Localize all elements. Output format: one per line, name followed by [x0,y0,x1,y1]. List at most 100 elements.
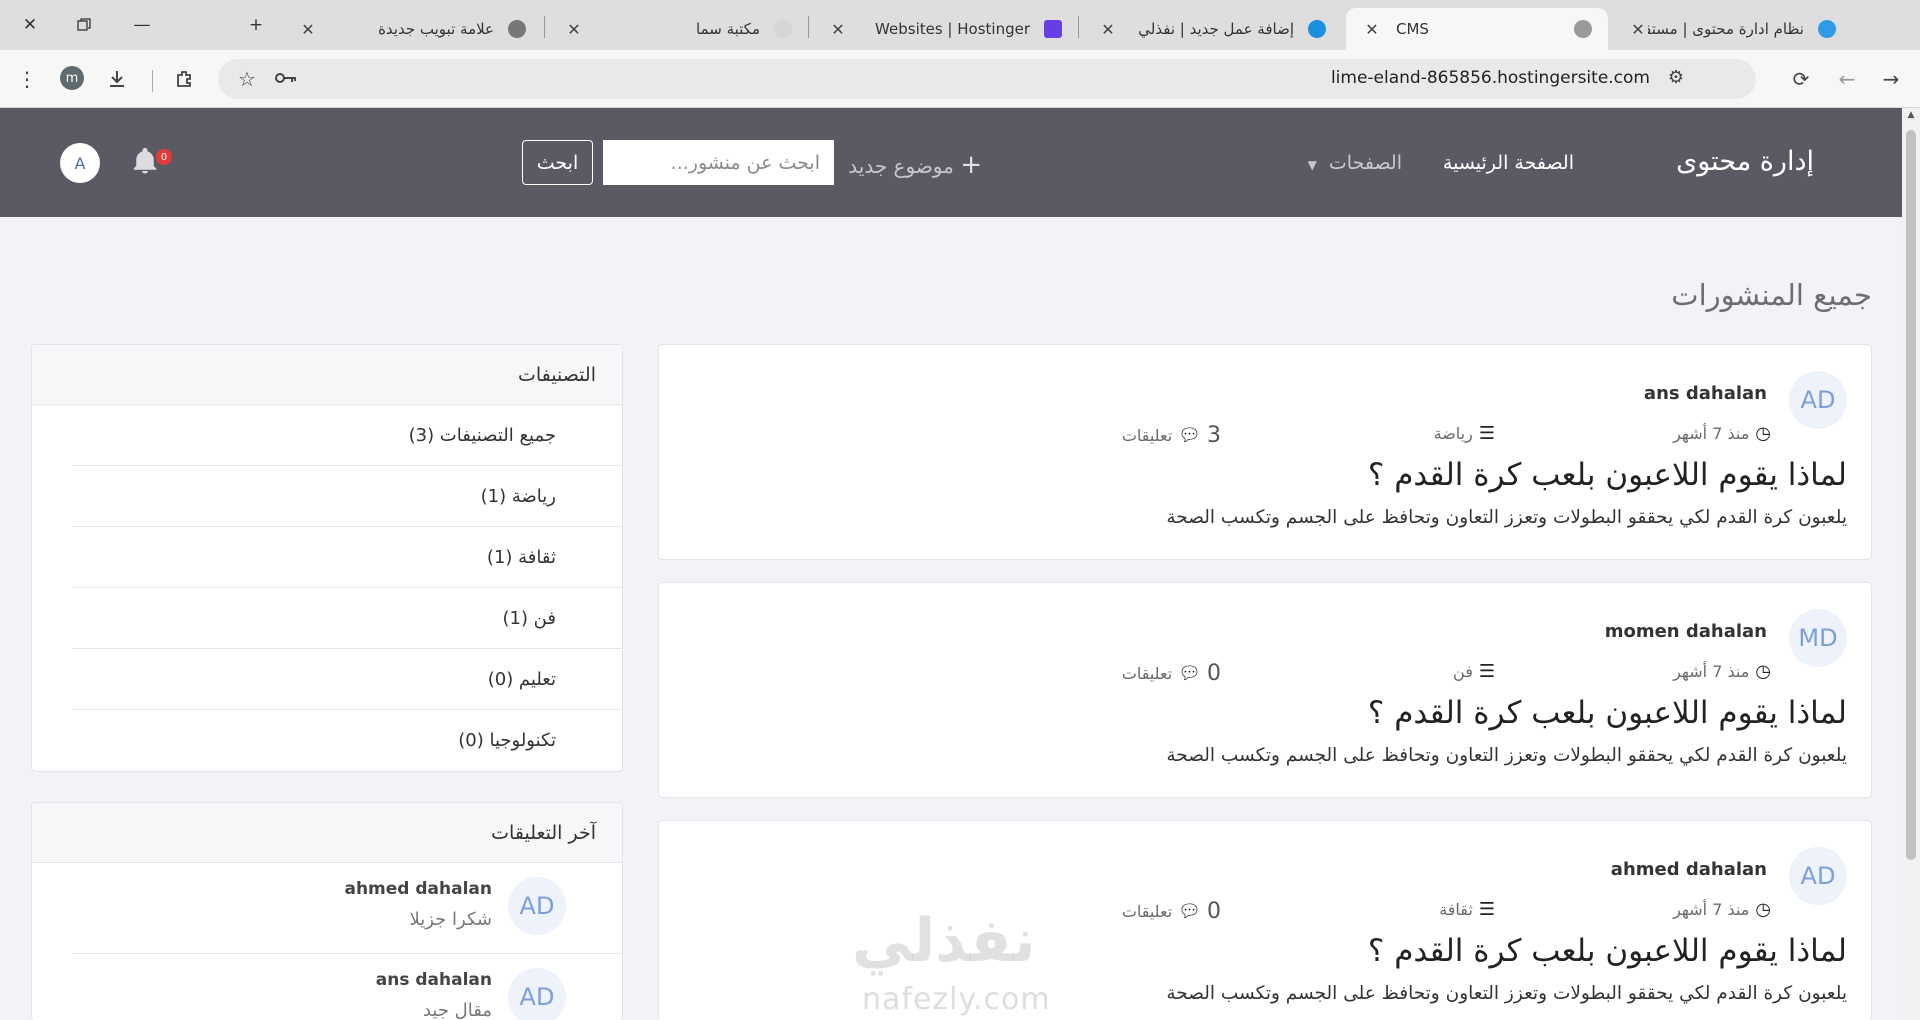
tab-nafezly[interactable]: ✕ إضافة عمل جديد | نفذلي [1082,8,1342,50]
notification-badge: 0 [156,149,172,165]
restore-window-icon[interactable] [64,8,104,42]
close-window-icon[interactable]: ✕ [10,8,50,42]
comments-label: تعليقات [1121,664,1173,683]
comment-count: 0 [1207,899,1221,924]
category-item[interactable]: رياضة (1) [72,466,622,527]
close-icon[interactable]: ✕ [1362,20,1382,39]
post-category[interactable]: ☰ فن [1453,661,1495,682]
caret-down-icon: ▼ [1307,158,1317,172]
comment-count: 3 [1207,423,1221,448]
close-icon[interactable]: ✕ [298,20,318,39]
post-excerpt: يلعبون كرة القدم لكي يحققو البطولات وتعز… [1166,507,1847,528]
user-avatar[interactable]: A [60,143,100,183]
latest-comments-panel: آخر التعليقات AD ahmed dahalan شكرا جزيل… [31,802,623,1020]
page-scrollbar[interactable]: ▲ [1902,108,1920,1020]
clock-icon: ◷ [1755,423,1771,444]
new-post-label: موضوع جديد [848,154,954,178]
menu-kebab-icon[interactable]: ⋮ [10,62,44,96]
category-item[interactable]: ثقافة (1) [72,527,622,588]
author-avatar: AD [1789,371,1847,429]
nav-home-link[interactable]: الصفحة الرئيسية [1443,152,1574,174]
password-key-icon[interactable] [274,69,298,91]
comment-count: 0 [1207,661,1221,686]
post-author[interactable]: momen dahalan [1605,621,1767,642]
search-input[interactable] [603,140,834,185]
mostaql-icon [1818,20,1836,38]
post-category-text: رياضة [1433,424,1473,443]
new-tab-icon[interactable]: + [236,8,276,42]
download-icon[interactable] [100,62,134,96]
page-title: جميع المنشورات [1671,278,1872,312]
category-item[interactable]: جميع التصنيفات (3) [72,405,622,466]
tab-title: علامة تبويب جديدة [378,20,494,38]
commenter-name: ans dahalan [375,970,492,990]
comment-icon: 💬︎ [1178,425,1201,446]
browser-tab-strip: ✕ — + ✕ علامة تبويب جديدة ✕ مكتبة سما ✕ … [0,0,1920,50]
tab-title: CMS [1396,20,1429,38]
scrollbar-thumb[interactable] [1906,130,1916,860]
post-title[interactable]: لماذا يقوم اللاعبون بلعب كرة القدم ؟ [1368,933,1847,969]
tab-new-tab[interactable]: ✕ علامة تبويب جديدة [282,8,542,50]
url-text: lime-eland-865856.hostingersite.com [1330,68,1650,88]
post-author[interactable]: ans dahalan [1644,383,1767,404]
close-icon[interactable]: ✕ [1098,20,1118,39]
bell-icon[interactable] [130,146,160,176]
scroll-up-icon[interactable]: ▲ [1902,110,1920,120]
post-title[interactable]: لماذا يقوم اللاعبون بلعب كرة القدم ؟ [1368,695,1847,731]
post-title[interactable]: لماذا يقوم اللاعبون بلعب كرة القدم ؟ [1368,457,1847,493]
list-icon: ☰ [1478,899,1495,920]
tab-hostinger[interactable]: ✕ Websites | Hostinger [812,8,1078,50]
extensions-icon[interactable] [168,62,202,96]
watermark-logo: نفذلي [852,906,1036,976]
address-bar[interactable]: ☆ lime-eland-865856.hostingersite.com ⚙ [218,59,1756,99]
post-card[interactable]: MD momen dahalan ◷ منذ 7 أشهر ☰ فن 0 💬︎ … [658,582,1872,798]
tab-mostaql[interactable]: ✕ نظام ادارة محتوى | مستقل [1612,8,1852,50]
post-comments: 0 💬︎ تعليقات [1122,661,1221,686]
bookmark-star-icon[interactable]: ☆ [238,67,256,91]
nav-pages-dropdown[interactable]: الصفحات ▼ [1308,152,1402,174]
reload-icon[interactable]: ⟳ [1784,62,1818,96]
comment-icon: 💬︎ [1178,901,1201,922]
watermark-url: nafezly.com [862,982,1051,1017]
commenter-avatar: AD [508,877,566,935]
close-icon[interactable]: ✕ [1628,20,1648,39]
category-item[interactable]: فن (1) [72,588,622,649]
profile-avatar[interactable]: m [60,66,84,90]
comment-icon: 💬︎ [1178,663,1201,684]
clock-icon: ◷ [1755,899,1771,920]
tab-sama-library[interactable]: ✕ مكتبة سما [548,8,808,50]
post-category-text: ثقافة [1439,900,1473,919]
tab-cms[interactable]: ✕ CMS [1346,8,1608,50]
post-author[interactable]: ahmed dahalan [1611,859,1767,880]
site-brand[interactable]: إدارة محتوى [1676,146,1814,177]
globe-icon [1574,20,1592,38]
latest-comments-title: آخر التعليقات [32,803,622,863]
forward-arrow-icon[interactable]: → [1874,62,1908,96]
minimize-window-icon[interactable]: — [122,8,162,42]
category-item[interactable]: تكنولوجيا (0) [72,710,622,771]
search-button[interactable]: ابحث [522,140,593,185]
post-category[interactable]: ☰ رياضة [1434,423,1495,444]
post-card[interactable]: AD ans dahalan ◷ منذ 7 أشهر ☰ رياضة 3 💬︎… [658,344,1872,560]
comment-item[interactable]: AD ahmed dahalan شكرا جزيلا [72,863,622,954]
back-arrow-icon[interactable]: ← [1830,62,1864,96]
clock-icon: ◷ [1755,661,1771,682]
comments-label: تعليقات [1121,426,1173,445]
category-item[interactable]: تعليم (0) [72,649,622,710]
loading-icon [774,20,792,38]
plus-icon: + [960,150,982,180]
site-settings-icon[interactable]: ⚙ [1668,67,1684,88]
chrome-icon [508,20,526,38]
post-category[interactable]: ☰ ثقافة [1439,899,1495,920]
list-icon: ☰ [1478,423,1495,444]
post-comments: 0 💬︎ تعليقات [1122,899,1221,924]
tab-title: Websites | Hostinger [875,20,1030,38]
comment-item[interactable]: AD ans dahalan مقال جيد [72,954,622,1020]
close-icon[interactable]: ✕ [564,20,584,39]
new-post-link[interactable]: + موضوع جديد [848,150,982,180]
categories-title: التصنيفات [32,345,622,405]
close-icon[interactable]: ✕ [828,20,848,39]
author-avatar: AD [1789,847,1847,905]
comment-text: شكرا جزيلا [409,909,493,930]
post-card[interactable]: AD ahmed dahalan ◷ منذ 7 أشهر ☰ ثقافة 0 … [658,820,1872,1020]
